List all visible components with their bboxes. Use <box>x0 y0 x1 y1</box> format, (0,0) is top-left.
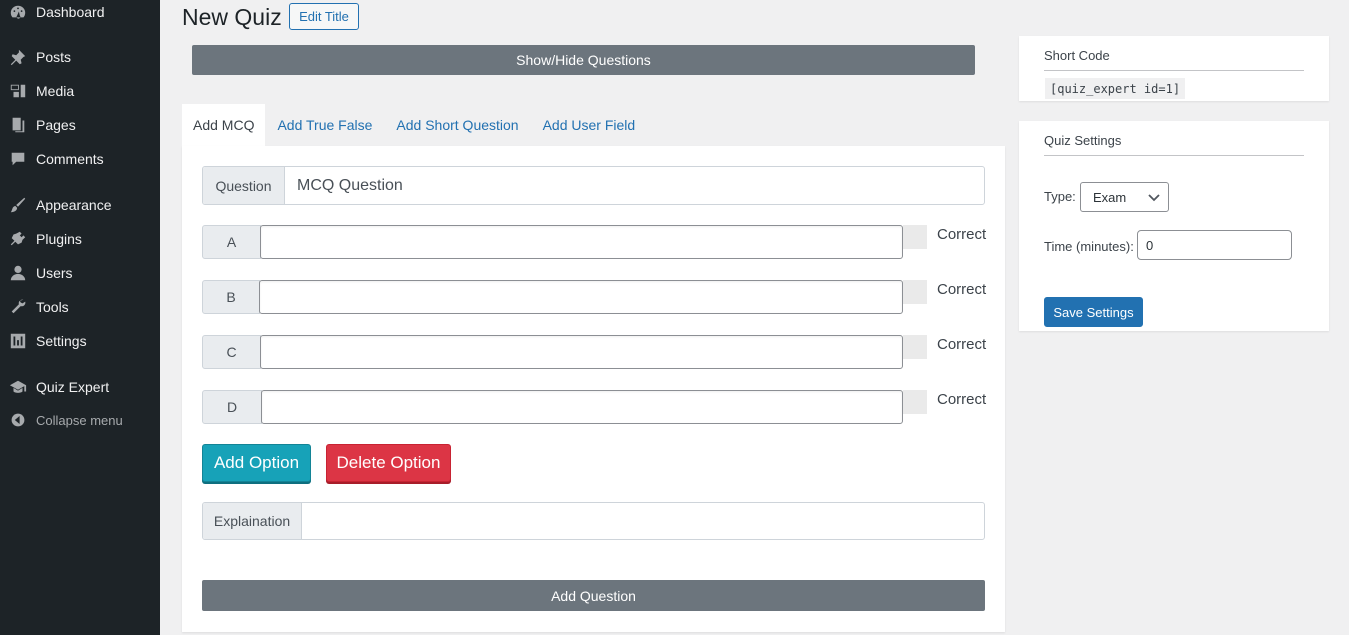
tab-add-mcq[interactable]: Add MCQ <box>182 104 266 146</box>
sidebar-item-label: Media <box>36 83 75 99</box>
sidebar-item-plugins[interactable]: Plugins <box>0 222 160 256</box>
option-c-correct-checkbox[interactable] <box>903 335 927 359</box>
time-label: Time (minutes): <box>1044 239 1134 254</box>
sidebar-item-comments[interactable]: Comments <box>0 142 160 176</box>
option-d-correct-label: Correct <box>937 391 987 408</box>
option-c-correct-label: Correct <box>937 336 987 353</box>
sidebar-item-label: Settings <box>36 333 87 349</box>
sidebar-item-quiz-expert[interactable]: Quiz Expert <box>0 370 160 404</box>
option-a-correct-checkbox[interactable] <box>903 225 927 249</box>
edit-title-button[interactable]: Edit Title <box>289 3 359 30</box>
divider <box>1044 70 1304 71</box>
quiz-settings-title: Quiz Settings <box>1044 133 1122 148</box>
option-b-correct-checkbox[interactable] <box>903 280 927 304</box>
sidebar-item-dashboard[interactable]: Dashboard <box>0 0 160 29</box>
show-hide-questions-button[interactable]: Show/Hide Questions <box>192 45 975 75</box>
add-option-button[interactable]: Add Option <box>202 444 311 482</box>
option-b-input[interactable] <box>259 280 903 314</box>
sidebar-item-media[interactable]: Media <box>0 74 160 108</box>
option-a-correct-label: Correct <box>937 226 987 243</box>
divider <box>1044 155 1304 156</box>
sidebar-item-posts[interactable]: Posts <box>0 40 160 74</box>
short-code-value[interactable]: [quiz_expert id=1] <box>1045 78 1186 99</box>
tab-add-user-field[interactable]: Add User Field <box>531 104 648 146</box>
sidebar-item-settings[interactable]: Settings <box>0 324 160 358</box>
sidebar-item-label: Quiz Expert <box>36 379 110 395</box>
wrench-icon <box>0 298 36 316</box>
page-title: New Quiz <box>182 4 282 30</box>
type-select-value: Exam <box>1093 189 1127 205</box>
type-label: Type: <box>1044 189 1076 204</box>
save-settings-button[interactable]: Save Settings <box>1044 297 1143 327</box>
plugin-icon <box>0 230 36 248</box>
type-select[interactable]: Exam <box>1080 182 1169 212</box>
sidebar-item-tools[interactable]: Tools <box>0 290 160 324</box>
sidebar-item-appearance[interactable]: Appearance <box>0 188 160 222</box>
option-b-label: B <box>202 280 260 314</box>
delete-option-button[interactable]: Delete Option <box>326 444 451 482</box>
tab-add-true-false[interactable]: Add True False <box>265 104 384 146</box>
time-minutes-input[interactable]: 0 <box>1137 230 1292 260</box>
collapse-menu-button[interactable]: Collapse menu <box>0 403 160 437</box>
option-a-input[interactable] <box>260 225 903 259</box>
media-icon <box>0 82 36 100</box>
explanation-input-group: Explaination <box>202 502 985 540</box>
user-icon <box>0 264 36 282</box>
explanation-label: Explaination <box>203 503 302 539</box>
sidebar-item-pages[interactable]: Pages <box>0 108 160 142</box>
option-c-label: C <box>202 335 261 369</box>
mcq-form-panel <box>182 146 1005 632</box>
option-d-correct-checkbox[interactable] <box>903 390 927 414</box>
sidebar-item-users[interactable]: Users <box>0 256 160 290</box>
sliders-icon <box>0 332 36 350</box>
admin-sidebar: Dashboard Posts Media Pages Comments App… <box>0 0 160 635</box>
option-d-input[interactable] <box>261 390 903 424</box>
chevron-down-icon <box>1148 194 1160 202</box>
collapse-icon <box>0 412 36 428</box>
sidebar-item-label: Comments <box>36 151 104 167</box>
sidebar-item-label: Plugins <box>36 231 82 247</box>
question-label: Question <box>203 167 285 204</box>
sidebar-item-label: Pages <box>36 117 76 133</box>
sidebar-item-label: Dashboard <box>36 4 105 20</box>
add-question-button[interactable]: Add Question <box>202 580 985 611</box>
explanation-input[interactable] <box>302 503 984 539</box>
sidebar-item-label: Posts <box>36 49 72 65</box>
pin-icon <box>0 48 36 66</box>
dashboard-icon <box>0 3 36 21</box>
question-type-tabs: Add MCQ Add True False Add Short Questio… <box>182 104 647 146</box>
brush-icon <box>0 196 36 214</box>
option-b-correct-label: Correct <box>937 281 987 298</box>
short-code-title: Short Code <box>1044 48 1110 63</box>
pages-icon <box>0 116 36 134</box>
question-input[interactable]: MCQ Question <box>285 167 984 204</box>
question-input-group: Question MCQ Question <box>202 166 985 205</box>
sidebar-item-label: Users <box>36 265 73 281</box>
sidebar-item-label: Appearance <box>36 197 112 213</box>
comment-icon <box>0 150 36 168</box>
graduation-cap-icon <box>0 378 36 396</box>
tab-add-short-question[interactable]: Add Short Question <box>384 104 530 146</box>
option-d-label: D <box>202 390 262 424</box>
sidebar-item-label: Tools <box>36 299 69 315</box>
option-c-input[interactable] <box>260 335 903 369</box>
option-a-label: A <box>202 225 261 259</box>
collapse-menu-label: Collapse menu <box>36 412 123 428</box>
